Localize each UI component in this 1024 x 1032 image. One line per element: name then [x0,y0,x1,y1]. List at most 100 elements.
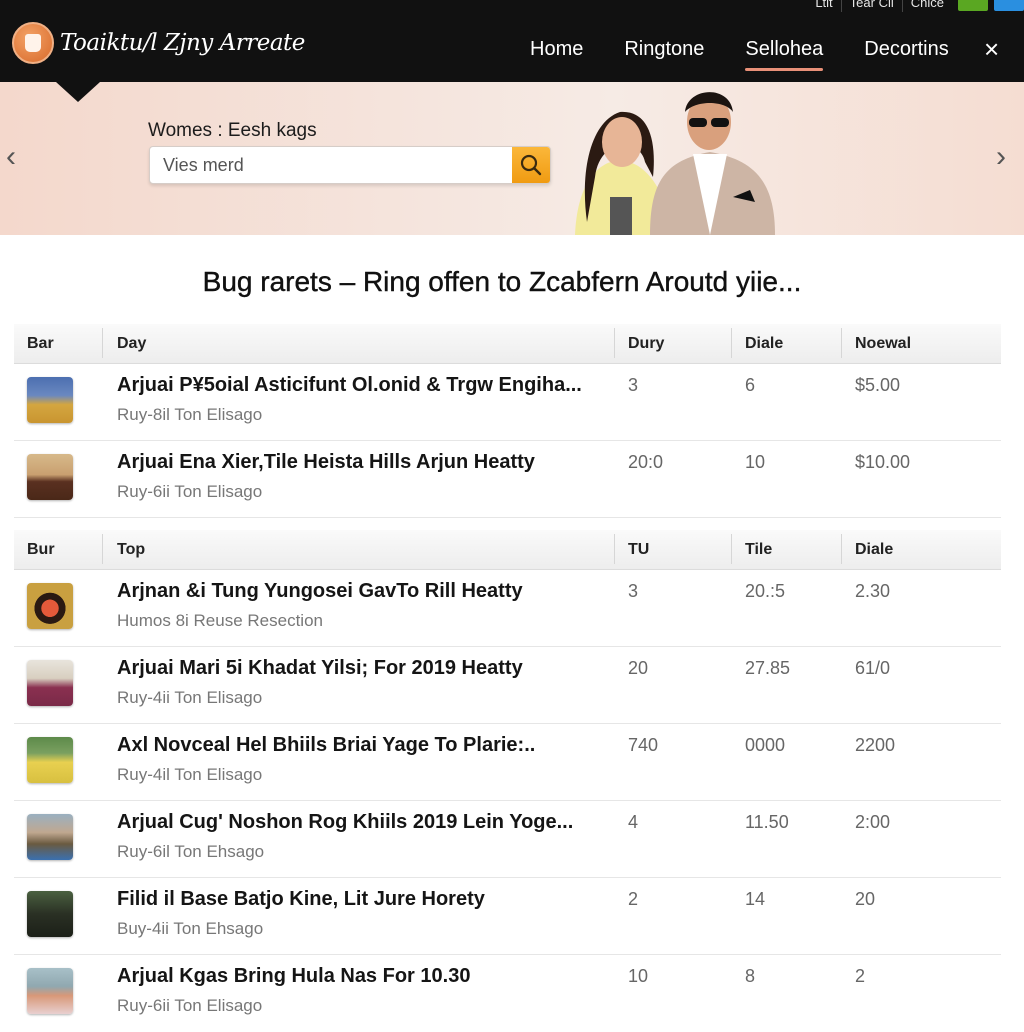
ringtone-thumbnail [27,814,73,860]
ringtone-thumbnail [27,891,73,937]
column-header[interactable]: Bar [27,335,54,353]
ringtone-subtitle: Ruy-4ii Ton Elisago [117,688,263,707]
cell-value: 8 [745,966,756,986]
utility-links: Ltit Tear Cli Cnice [807,0,1024,12]
search-box [149,146,551,184]
cell-value: 4 [628,812,639,832]
ringtone-title[interactable]: Arjuai P¥5oial Asticifunt Ol.onid & Trgw… [117,374,582,397]
search-button[interactable] [512,147,550,183]
table-row[interactable]: Arjuai Ena Xier,Tile Heista Hills Arjun … [14,441,1001,518]
column-header[interactable]: Noewal [855,335,911,353]
cell-value: 20.:5 [745,581,786,601]
column-divider [841,534,842,564]
utility-link[interactable]: Cnice [903,0,952,12]
cell-value: 20 [628,658,649,678]
table-header: Bar Day Dury Diale Noewal [14,324,1001,364]
cell-value: 14 [745,889,766,909]
cell-value: 2 [855,966,866,986]
cell-value: 2 [628,889,639,909]
cell-price: $5.00 [855,375,901,395]
ringtone-subtitle: Ruy-8il Ton Elisago [117,405,263,424]
column-divider [731,534,732,564]
ringtone-title[interactable]: Axl Novceal Hel Bhiils Briai Yage To Pla… [117,734,535,757]
cell-value: 3 [628,581,639,601]
cell-value: 2:00 [855,812,891,832]
green-share-button[interactable] [958,0,988,11]
column-header[interactable]: Top [117,541,145,559]
main-nav: Home Ringtone Sellohea Decortins × [530,34,999,71]
column-divider [102,328,103,358]
ringtone-subtitle: Buy-4ii Ton Ehsago [117,919,264,938]
column-header[interactable]: Bur [27,541,55,559]
table-row[interactable]: Arjual Kgas Bring Hula Nas For 10.30 Ruy… [14,955,1001,1032]
logo-hand-icon [12,22,54,64]
top-navigation-bar: Toaiktu/l Zjny Arreate Ltit Tear Cli Cni… [0,0,1024,102]
ringtone-title[interactable]: Filid il Base Batjo Kine, Lit Jure Horet… [117,888,485,911]
nav-decortins[interactable]: Decortins [864,38,948,65]
table-header: Bur Top TU Tile Diale [14,530,1001,570]
ringtone-title[interactable]: Arjuai Ena Xier,Tile Heista Hills Arjun … [117,451,535,474]
table-row[interactable]: Arjual Cug' Noshon Rog Khiils 2019 Lein … [14,801,1001,878]
carousel-prev-icon[interactable]: ‹ [6,140,16,174]
utility-link[interactable]: Ltit [807,0,842,12]
close-icon[interactable]: × [984,34,999,65]
cell-value: 20:0 [628,452,664,472]
cell-price: $10.00 [855,452,911,472]
column-header[interactable]: Day [117,335,146,353]
site-logo[interactable]: Toaiktu/l Zjny Arreate [12,22,305,64]
cell-value: 3 [628,375,639,395]
ringtone-subtitle: Humos 8i Reuse Resection [117,611,323,630]
cell-value: 61/0 [855,658,891,678]
ringtone-title[interactable]: Arjnan &i Tung Yungosei GavTo Rill Heatt… [117,580,523,603]
table-row[interactable]: Arjnan &i Tung Yungosei GavTo Rill Heatt… [14,570,1001,647]
column-header[interactable]: Dury [628,335,664,353]
table-row[interactable]: Axl Novceal Hel Bhiils Briai Yage To Pla… [14,724,1001,801]
hero-banner: ‹ Womes : Eesh kags › [0,82,1024,235]
hero-label: Womes : Eesh kags [148,120,317,141]
search-input[interactable] [150,147,512,183]
column-header[interactable]: Diale [855,541,893,559]
ringtone-title[interactable]: Arjuai Mari 5i Khadat Yilsi; For 2019 He… [117,657,523,680]
column-divider [614,328,615,358]
table-row[interactable]: Arjuai Mari 5i Khadat Yilsi; For 2019 He… [14,647,1001,724]
ringtone-thumbnail [27,660,73,706]
column-header[interactable]: TU [628,541,649,559]
ringtone-subtitle: Ruy-6ii Ton Elisago [117,482,263,501]
search-icon [520,154,542,176]
cell-value: 11.50 [745,812,789,832]
table-row[interactable]: Filid il Base Batjo Kine, Lit Jure Horet… [14,878,1001,955]
column-divider [731,328,732,358]
cell-value: 27.85 [745,658,791,678]
cell-value: 2200 [855,735,896,755]
ringtone-subtitle: Ruy-4il Ton Elisago [117,765,263,784]
ringtone-thumbnail [27,737,73,783]
carousel-next-icon[interactable]: › [996,140,1006,174]
column-divider [102,534,103,564]
ringtone-thumbnail [27,377,73,423]
nav-sellohea[interactable]: Sellohea [745,38,823,71]
cell-value: 10 [628,966,649,986]
column-header[interactable]: Tile [745,541,772,559]
column-divider [841,328,842,358]
hero-couple-image [575,92,775,235]
page-title: Bug rarets – Ring offen to Zcabfern Arou… [202,266,802,297]
nav-ringtone[interactable]: Ringtone [624,38,704,65]
ringtone-thumbnail [27,454,73,500]
ringtone-title[interactable]: Arjual Cug' Noshon Rog Khiils 2019 Lein … [117,811,573,834]
table-row[interactable]: Arjuai P¥5oial Asticifunt Ol.onid & Trgw… [14,364,1001,441]
cell-value: 740 [628,735,659,755]
ringtone-table-1: Bar Day Dury Diale Noewal Arjuai P¥5oial… [14,324,1001,518]
cell-value: 6 [745,375,756,395]
column-header[interactable]: Diale [745,335,783,353]
blue-share-button[interactable] [994,0,1024,11]
ringtone-thumbnail [27,968,73,1014]
site-logo-text: Toaiktu/l Zjny Arreate [60,30,305,56]
cell-value: 2.30 [855,581,891,601]
utility-link[interactable]: Tear Cli [842,0,903,12]
nav-home[interactable]: Home [530,38,583,65]
ringtone-thumbnail [27,583,73,629]
cell-value: 0000 [745,735,786,755]
ringtone-title[interactable]: Arjual Kgas Bring Hula Nas For 10.30 [117,965,470,988]
cell-value: 20 [855,889,876,909]
column-divider [614,534,615,564]
